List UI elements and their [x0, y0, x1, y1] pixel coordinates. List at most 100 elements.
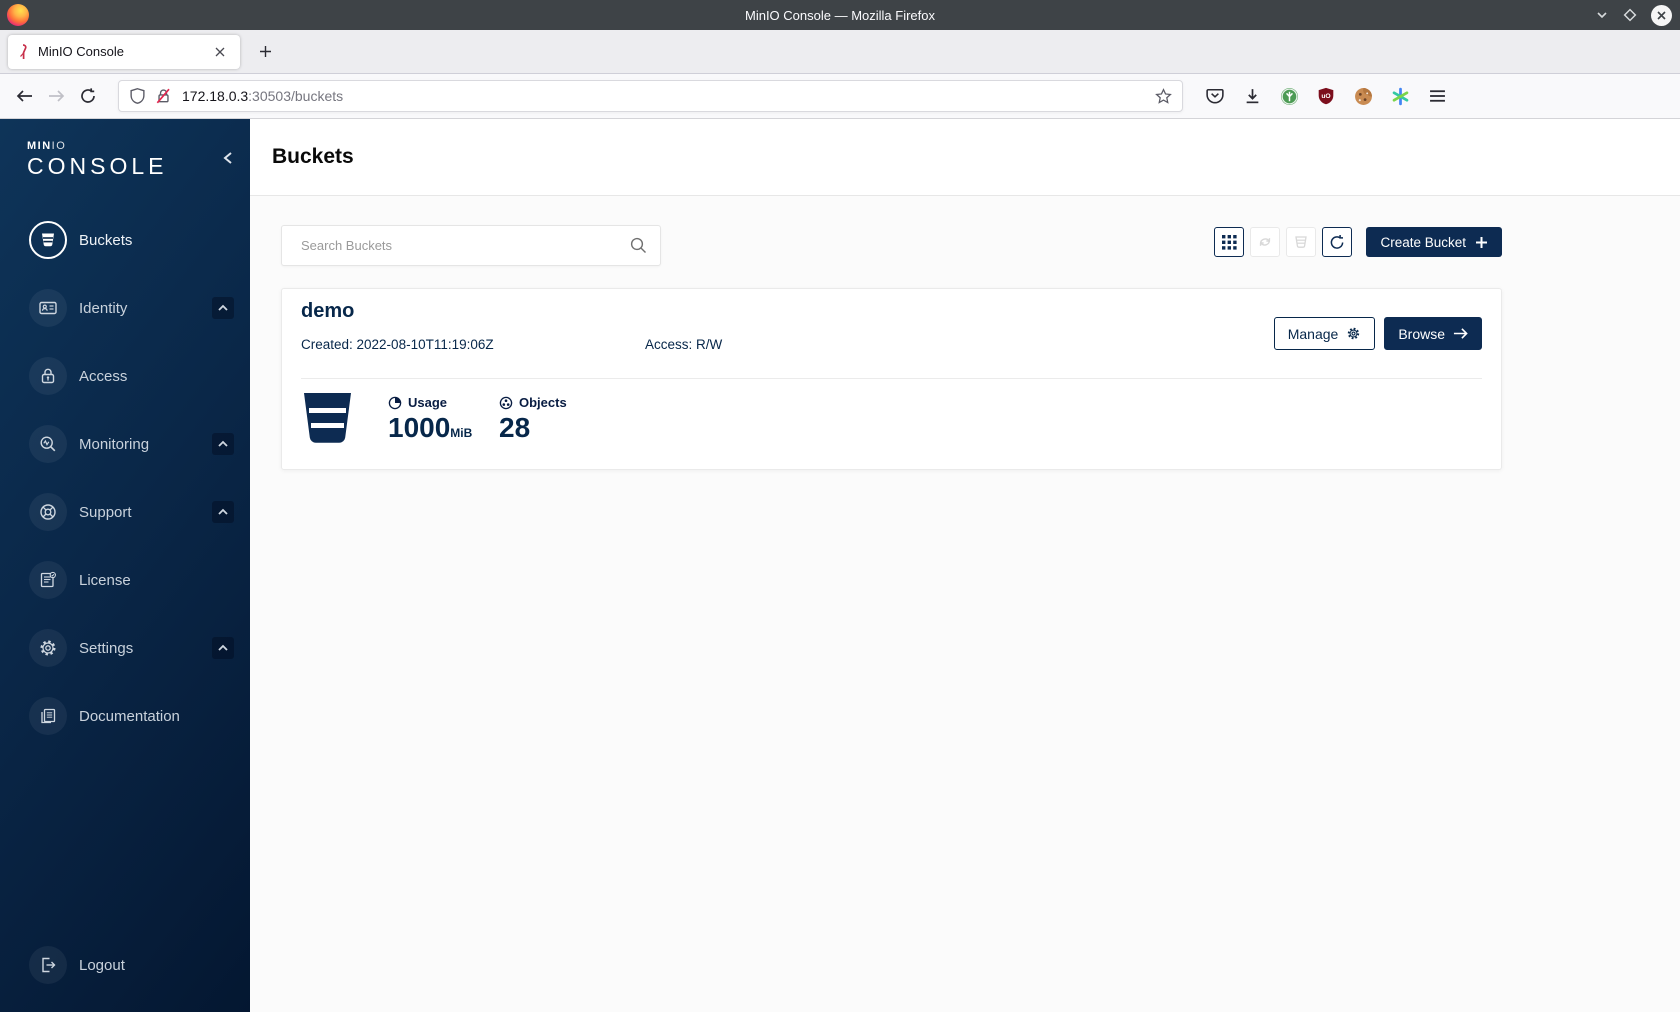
search-icon	[630, 237, 647, 254]
sidebar-item-buckets[interactable]: Buckets	[0, 206, 250, 274]
colorful-asterisk-extension-icon[interactable]	[1390, 86, 1410, 106]
sidebar-item-monitoring[interactable]: Monitoring	[0, 410, 250, 478]
url-path: :30503/buckets	[248, 88, 344, 104]
manage-gear-icon	[1348, 327, 1360, 340]
tab-bar: MinIO Console	[0, 30, 1680, 74]
usage-pie-icon	[388, 396, 402, 409]
manage-button[interactable]: Manage	[1273, 317, 1376, 350]
monitoring-chevron-up-icon[interactable]	[212, 433, 234, 455]
delete-buckets-button	[1286, 227, 1317, 257]
logout-icon	[29, 946, 67, 984]
usage-label: Usage	[408, 395, 448, 410]
replication-sync-button	[1250, 227, 1281, 257]
bookmark-star-icon[interactable]	[1155, 87, 1172, 105]
page-header: Buckets	[250, 119, 1680, 196]
sidebar-label-access: Access	[79, 367, 128, 385]
usage-value: 1000	[388, 412, 451, 443]
sidebar-item-access[interactable]: Access	[0, 342, 250, 410]
identity-chevron-up-icon[interactable]	[212, 297, 234, 319]
minio-console-logo: MINIO CONSOLE	[27, 141, 167, 178]
minio-favicon-icon	[20, 43, 27, 59]
create-bucket-button[interactable]: Create Bucket	[1366, 227, 1502, 257]
window-title: MinIO Console — Mozilla Firefox	[745, 7, 935, 23]
card-divider	[301, 378, 1482, 379]
sidebar-label-license: License	[79, 571, 131, 589]
tab-title: MinIO Console	[38, 44, 124, 59]
sidebar-label-buckets: Buckets	[79, 231, 133, 249]
sidebar-item-license[interactable]: License	[0, 546, 250, 614]
bucket-created: Created: 2022-08-10T11:19:06Z	[301, 337, 494, 352]
create-bucket-label: Create Bucket	[1380, 234, 1466, 250]
back-button[interactable]	[8, 80, 40, 112]
usage-unit: MiB	[450, 426, 473, 440]
cookie-extension-icon[interactable]	[1353, 86, 1373, 106]
svg-text:uO: uO	[1321, 93, 1330, 100]
gear-icon	[29, 629, 67, 667]
tracking-shield-icon[interactable]	[129, 87, 146, 105]
documentation-icon	[29, 697, 67, 735]
logo-product: CONSOLE	[27, 153, 168, 179]
plus-icon	[1476, 236, 1487, 248]
sidebar-item-settings[interactable]: Settings	[0, 614, 250, 682]
bucket-name-link[interactable]: demo	[301, 300, 354, 323]
browse-label: Browse	[1398, 325, 1445, 342]
sidebar: MINIO CONSOLE Buckets Identity Access Mo…	[0, 119, 250, 1012]
sidebar-label-logout: Logout	[79, 956, 125, 974]
menu-hamburger-icon[interactable]	[1427, 86, 1447, 106]
sidebar-item-support[interactable]: Support	[0, 478, 250, 546]
ublock-origin-icon[interactable]: uO	[1316, 86, 1336, 106]
sidebar-item-documentation[interactable]: Documentation	[0, 682, 250, 750]
logo-brand-bold: MIN	[27, 140, 52, 152]
reload-button[interactable]	[72, 80, 104, 112]
sidebar-label-settings: Settings	[79, 639, 134, 657]
bucket-access: Access: R/W	[645, 337, 723, 352]
settings-chevron-up-icon[interactable]	[212, 637, 234, 659]
refresh-button[interactable]	[1322, 227, 1353, 257]
forward-button[interactable]	[40, 80, 72, 112]
sidebar-label-support: Support	[79, 503, 132, 521]
usage-metric: Usage 1000MiB	[388, 395, 472, 444]
window-titlebar: MinIO Console — Mozilla Firefox	[0, 0, 1680, 30]
grid-view-button[interactable]	[1214, 227, 1245, 257]
lock-user-icon	[29, 357, 67, 395]
browser-toolbar: 172.18.0.3:30503/buckets uO	[0, 74, 1680, 119]
bucket-large-icon	[301, 391, 354, 445]
tab-close-icon[interactable]	[208, 40, 232, 64]
sidebar-item-identity[interactable]: Identity	[0, 274, 250, 342]
objects-metric: Objects 28	[499, 395, 567, 444]
manage-label: Manage	[1287, 325, 1339, 342]
support-icon	[29, 493, 67, 531]
search-input[interactable]	[281, 225, 661, 266]
green-extension-icon[interactable]	[1279, 86, 1299, 106]
bucket-card[interactable]: demo Created: 2022-08-10T11:19:06Z Acces…	[281, 288, 1502, 470]
objects-value: 28	[499, 412, 531, 443]
insecure-lock-icon[interactable]	[155, 87, 172, 105]
sidebar-label-monitoring: Monitoring	[79, 435, 150, 453]
url-bar[interactable]: 172.18.0.3:30503/buckets	[118, 80, 1183, 112]
url-text: 172.18.0.3:30503/buckets	[182, 88, 1155, 104]
sidebar-label-identity: Identity	[79, 299, 128, 317]
page-title: Buckets	[272, 145, 354, 168]
browse-button[interactable]: Browse	[1384, 317, 1482, 350]
bucket-icon	[29, 221, 67, 259]
support-chevron-up-icon[interactable]	[212, 501, 234, 523]
objects-label: Objects	[519, 395, 567, 410]
window-maximize-icon[interactable]	[1623, 8, 1637, 22]
browser-tab[interactable]: MinIO Console	[8, 34, 240, 69]
new-tab-button[interactable]	[250, 37, 280, 67]
license-icon	[29, 561, 67, 599]
downloads-icon[interactable]	[1242, 86, 1262, 106]
url-host: 172.18.0.3	[182, 88, 249, 104]
sidebar-label-documentation: Documentation	[79, 707, 180, 725]
arrow-right-icon	[1453, 328, 1468, 339]
sidebar-collapse-icon[interactable]	[222, 151, 234, 165]
logo-brand-light: IO	[51, 140, 67, 152]
pocket-icon[interactable]	[1205, 86, 1225, 106]
window-close-icon[interactable]	[1651, 4, 1672, 26]
sidebar-item-logout[interactable]: Logout	[0, 931, 250, 999]
bucket-meta: Created: 2022-08-10T11:19:06Z Access: R/…	[301, 337, 722, 352]
monitoring-search-icon	[29, 425, 67, 463]
id-card-icon	[29, 289, 67, 327]
objects-icon	[499, 396, 513, 409]
window-minimize-icon[interactable]	[1595, 8, 1609, 22]
